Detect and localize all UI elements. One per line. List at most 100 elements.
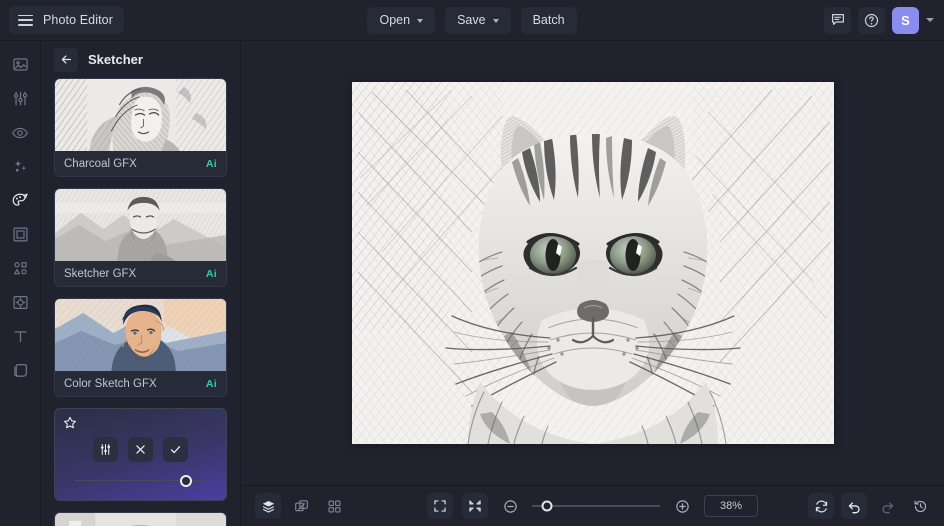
- rail-item-text[interactable]: [6, 324, 34, 349]
- preset-apply-button[interactable]: [163, 437, 188, 462]
- ai-badge: Ai: [205, 377, 217, 390]
- artboard[interactable]: [351, 82, 834, 444]
- chevron-down-icon[interactable]: [492, 18, 499, 23]
- rail-item-adjustments[interactable]: [6, 86, 34, 111]
- hamburger-icon[interactable]: [18, 14, 33, 26]
- layers-icon: [262, 500, 274, 513]
- panel-title: Sketcher: [88, 52, 143, 67]
- top-toolbar: Photo Editor Open Save Batch S: [0, 0, 944, 41]
- collapse-icon: [469, 500, 481, 512]
- rail-item-preview[interactable]: [6, 120, 34, 145]
- redo-icon: [881, 501, 893, 513]
- back-button[interactable]: [54, 47, 78, 72]
- preset-card-partial[interactable]: [54, 512, 227, 526]
- active-preset-card[interactable]: [54, 408, 227, 501]
- help-circle-icon: [864, 13, 879, 27]
- preset-name: Charcoal GFX: [64, 157, 137, 170]
- transform-icon: [12, 296, 28, 309]
- rail-item-artistic[interactable]: [6, 188, 34, 213]
- topbar-left: Photo Editor: [0, 6, 124, 34]
- fit-screen-button[interactable]: [427, 493, 453, 519]
- color-sketch-man-portrait-thumb: [55, 299, 226, 371]
- tool-rail: [0, 41, 41, 526]
- batch-button[interactable]: Batch: [520, 6, 577, 34]
- eye-icon: [11, 127, 29, 138]
- canvas-stage[interactable]: [241, 41, 944, 485]
- presets-panel: Sketcher Charcoal GFX Ai Sketcher GFX Ai…: [41, 41, 241, 526]
- view-mode-group: [241, 493, 347, 519]
- compare-button[interactable]: [288, 493, 314, 519]
- preset-list[interactable]: Charcoal GFX Ai Sketcher GFX Ai Color Sk…: [41, 78, 240, 526]
- save-label: Save: [457, 13, 486, 27]
- preset-name: Color Sketch GFX: [64, 377, 157, 390]
- text-icon: [14, 331, 26, 343]
- layers-stack-icon: [13, 364, 27, 377]
- app-menu-button[interactable]: Photo Editor: [9, 6, 124, 34]
- preset-strength-slider[interactable]: [75, 474, 206, 487]
- history-icon: [914, 500, 926, 512]
- rail-item-image[interactable]: [6, 52, 34, 77]
- fit-screen-icon: [434, 500, 446, 512]
- palette-icon: [12, 193, 28, 206]
- person-with-hat-sketch: [55, 513, 226, 526]
- topbar-actions: Open Save Batch: [0, 0, 944, 40]
- zoom-in-button[interactable]: [669, 493, 695, 519]
- save-button[interactable]: Save: [445, 6, 511, 34]
- reset-button[interactable]: [808, 493, 834, 519]
- rail-item-shapes[interactable]: [6, 256, 34, 281]
- zoom-in-icon: [675, 499, 689, 513]
- grid-icon: [328, 500, 340, 512]
- sketcher-man-mountain-thumb: [55, 189, 226, 261]
- help-button[interactable]: [858, 6, 885, 34]
- zoom-out-button[interactable]: [497, 493, 523, 519]
- preset-settings-button[interactable]: [93, 437, 118, 462]
- chevron-down-icon[interactable]: [926, 18, 934, 22]
- rail-item-frame[interactable]: [6, 222, 34, 247]
- sketcher-man-mountain: [55, 189, 226, 261]
- rail-item-transform[interactable]: [6, 290, 34, 315]
- preset-card-sketcher-gfx[interactable]: Sketcher GFX Ai: [54, 188, 227, 287]
- redo-button[interactable]: [874, 493, 900, 519]
- pencil-sketch-tabby-cat: [351, 82, 834, 444]
- frame-icon: [12, 227, 28, 242]
- open-button[interactable]: Open: [367, 6, 436, 34]
- rail-item-layers[interactable]: [6, 358, 34, 383]
- preset-card-charcoal-gfx[interactable]: Charcoal GFX Ai: [54, 78, 227, 177]
- active-preset-actions: [55, 437, 226, 462]
- canvas-area: 38%: [241, 41, 944, 526]
- rail-item-effects[interactable]: [6, 154, 34, 179]
- star-icon[interactable]: [63, 416, 77, 435]
- shapes-icon: [13, 262, 27, 275]
- app-body: Sketcher Charcoal GFX Ai Sketcher GFX Ai…: [0, 41, 944, 526]
- preset-cancel-button[interactable]: [128, 437, 153, 462]
- sliders-icon: [100, 444, 111, 455]
- layers-button[interactable]: [255, 493, 281, 519]
- user-avatar[interactable]: S: [892, 6, 919, 34]
- preset-label-row: Charcoal GFX Ai: [55, 151, 226, 176]
- slider-handle[interactable]: [180, 474, 193, 487]
- undo-button[interactable]: [841, 493, 867, 519]
- chat-icon: [831, 14, 844, 25]
- person-with-hat-sketch-thumb: [55, 513, 226, 526]
- zoom-slider[interactable]: [532, 499, 660, 513]
- history-controls: [808, 493, 944, 519]
- chevron-down-icon[interactable]: [417, 18, 424, 23]
- feedback-button[interactable]: [824, 6, 851, 34]
- bottom-toolbar: 38%: [241, 485, 944, 526]
- collapse-button[interactable]: [462, 493, 488, 519]
- zoom-out-icon: [503, 499, 517, 513]
- reset-icon: [815, 500, 827, 512]
- app-title: Photo Editor: [43, 13, 113, 27]
- arrow-left-icon: [61, 55, 71, 64]
- close-icon: [136, 445, 145, 454]
- history-button[interactable]: [907, 493, 933, 519]
- zoom-level-display[interactable]: 38%: [704, 495, 758, 517]
- sparkles-icon: [14, 160, 26, 172]
- preset-card-color-sketch-gfx[interactable]: Color Sketch GFX Ai: [54, 298, 227, 397]
- open-label: Open: [379, 13, 411, 27]
- compare-icon: [294, 499, 308, 511]
- zoom-slider-handle[interactable]: [541, 500, 553, 512]
- color-sketch-man-portrait: [55, 299, 226, 371]
- grid-button[interactable]: [321, 493, 347, 519]
- panel-header: Sketcher: [41, 41, 240, 78]
